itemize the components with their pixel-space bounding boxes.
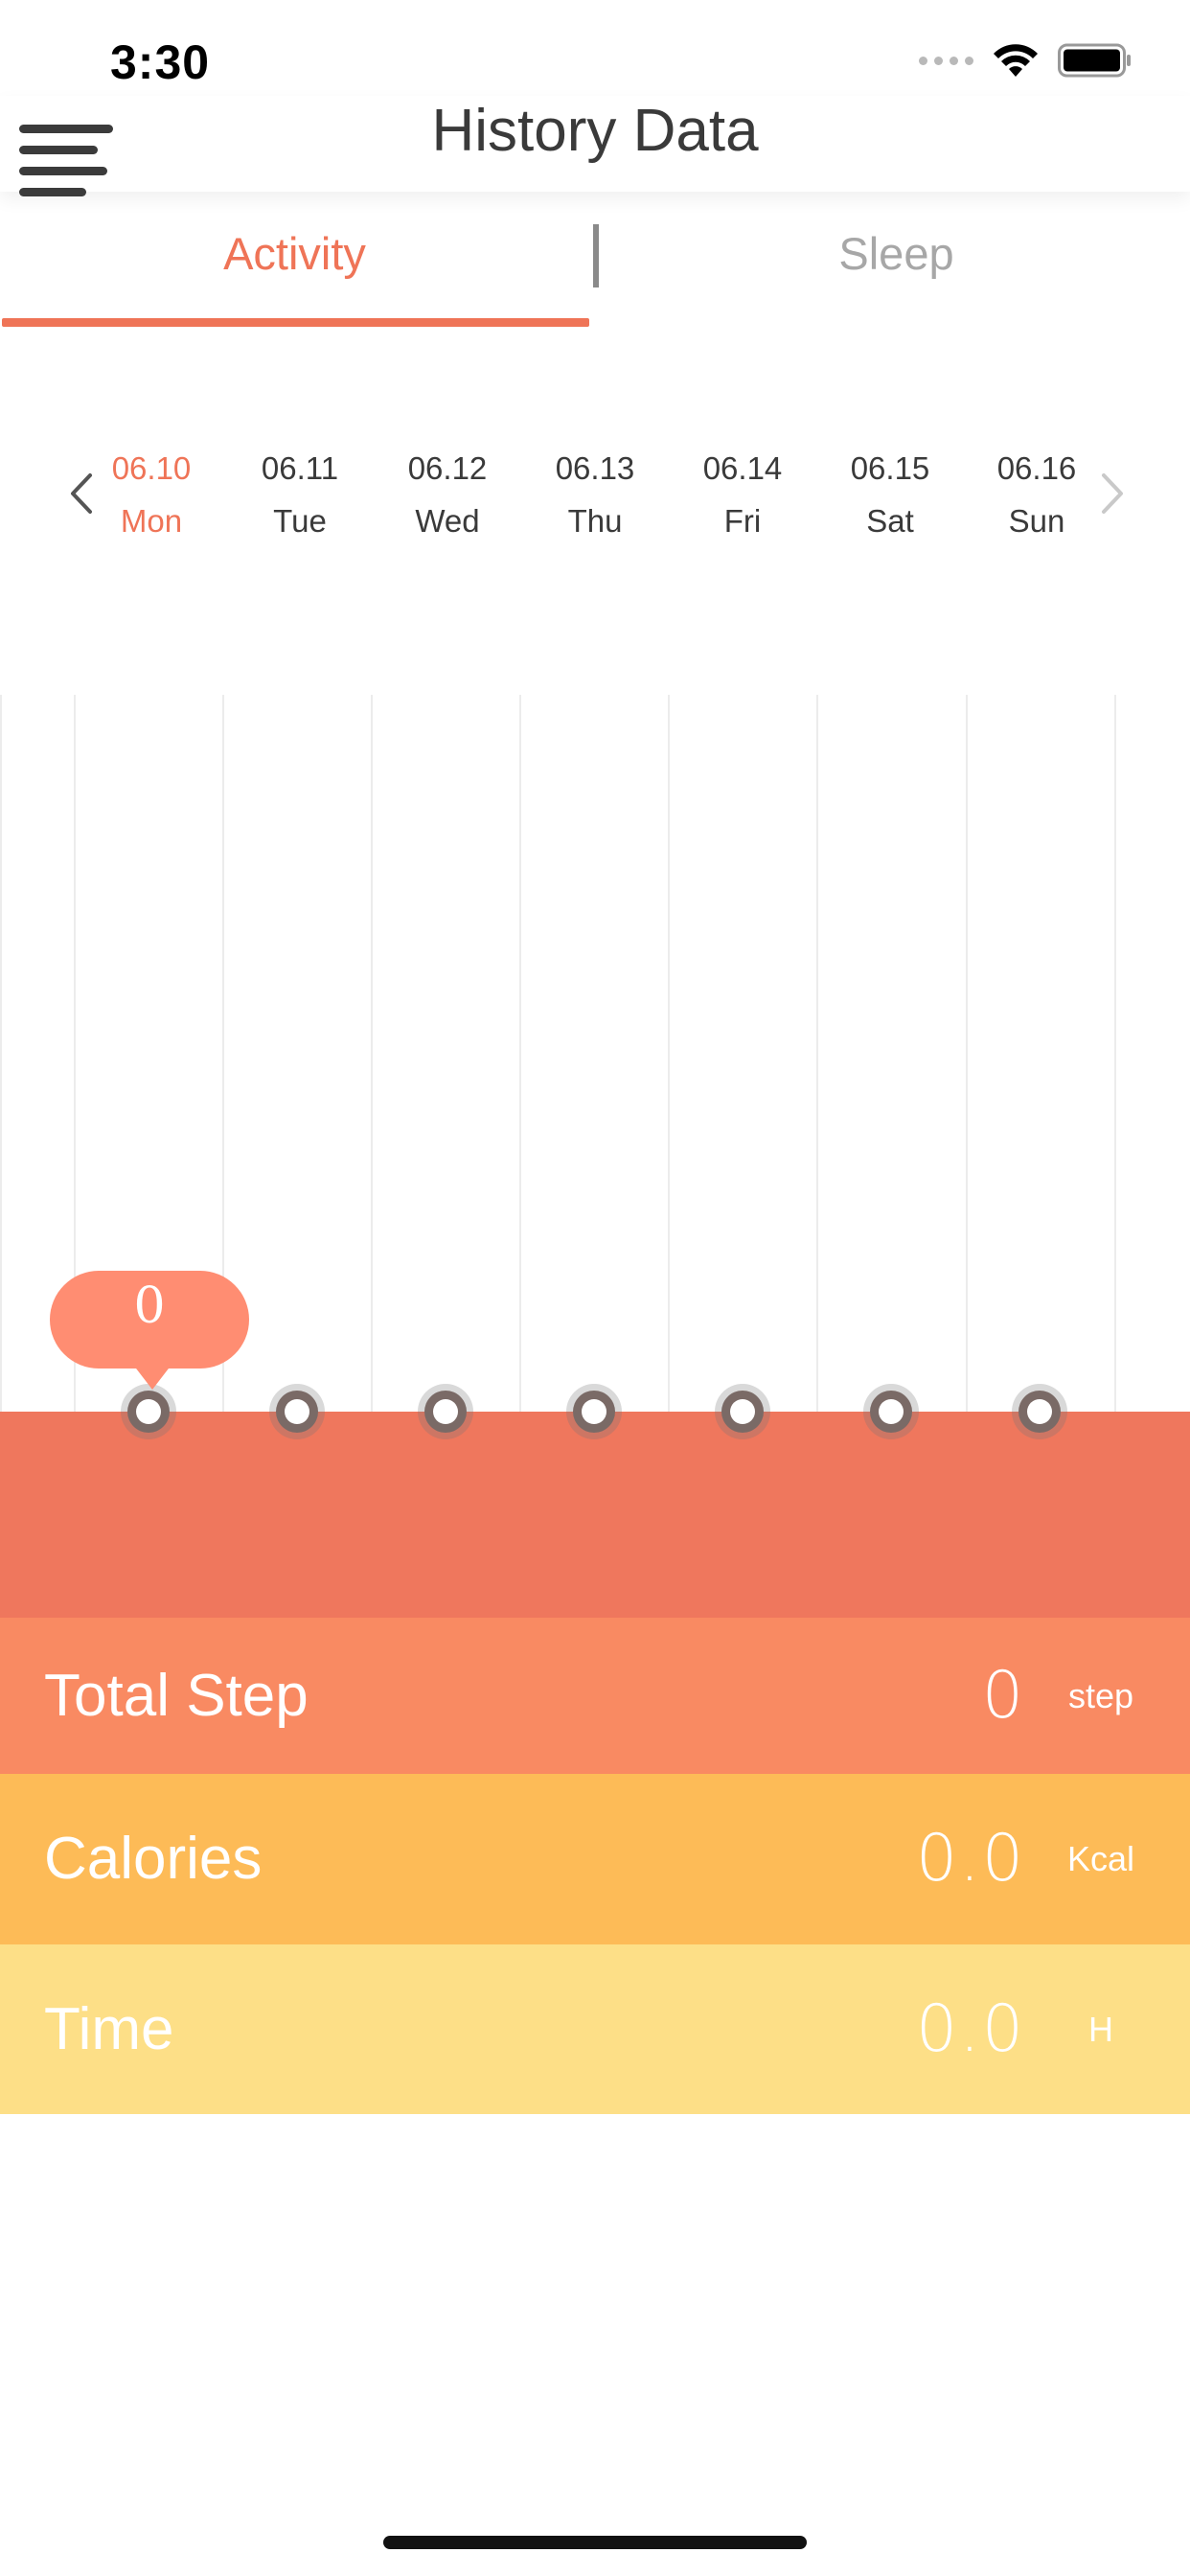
day-item-sun[interactable]: 06.16 Sun	[974, 441, 1099, 546]
wifi-icon	[991, 42, 1041, 79]
day-weekday: Mon	[120, 503, 183, 539]
calories-label: Calories	[44, 1826, 263, 1892]
chart-grid-line	[371, 695, 373, 1414]
time-unit: H	[1088, 2010, 1113, 2049]
home-indicator	[383, 2536, 807, 2549]
day-date: 06.14	[702, 450, 783, 486]
battery-icon	[1058, 42, 1133, 79]
chart-point-06.13[interactable]	[566, 1384, 622, 1439]
bubble-tail	[133, 1365, 172, 1390]
active-tab-indicator	[2, 318, 589, 327]
tab-activity[interactable]: Activity	[0, 203, 589, 326]
calories-unit: Kcal	[1066, 1839, 1135, 1878]
day-date: 06.15	[850, 450, 930, 486]
tab-bar: Activity Sleep	[0, 203, 1190, 330]
day-item-sat[interactable]: 06.15 Sat	[828, 441, 952, 546]
chart-point-06.16[interactable]	[1012, 1384, 1067, 1439]
tab-divider	[593, 224, 599, 288]
chart-grid-line	[816, 695, 818, 1414]
total-step-value: 0	[981, 1658, 1025, 1734]
day-item-tue[interactable]: 06.11 Tue	[238, 441, 362, 546]
chart-grid-line	[519, 695, 521, 1414]
time-row: Time 0.0 H	[0, 1944, 1190, 2114]
chart-area-fill	[0, 1412, 1190, 1619]
date-selector: 06.10 Mon 06.11 Tue 06.12 Wed 06.13 Thu …	[0, 441, 1190, 556]
app-header: History Data	[0, 96, 1190, 196]
day-date: 06.13	[555, 450, 635, 486]
day-date: 06.10	[111, 450, 192, 486]
day-weekday: Wed	[415, 503, 480, 539]
chart-grid-line	[1114, 695, 1116, 1414]
day-date: 06.11	[261, 450, 339, 486]
chart-point-06.14[interactable]	[715, 1384, 770, 1439]
day-date: 06.12	[407, 450, 488, 486]
chart-point-06.12[interactable]	[418, 1384, 473, 1439]
chart-point-06.11[interactable]	[269, 1384, 325, 1439]
day-weekday: Sat	[866, 503, 914, 539]
day-item-fri[interactable]: 06.14 Fri	[680, 441, 805, 546]
day-weekday: Fri	[723, 503, 762, 539]
time-label: Time	[44, 1996, 174, 2062]
status-icons	[919, 42, 1133, 79]
day-item-mon[interactable]: 06.10 Mon	[89, 441, 214, 546]
total-step-row: Total Step 0 step	[0, 1618, 1190, 1774]
time-value: 0.0	[915, 1991, 1025, 2067]
next-week-arrow-icon[interactable]	[1083, 460, 1140, 527]
chart-grid-line	[668, 695, 670, 1414]
chart-point-06.15[interactable]	[863, 1384, 919, 1439]
day-item-thu[interactable]: 06.13 Thu	[533, 441, 657, 546]
chart-grid-line	[0, 695, 2, 1414]
selected-value-bubble: 0	[50, 1271, 249, 1368]
total-step-unit: step	[1067, 1676, 1134, 1715]
day-weekday: Tue	[273, 503, 327, 539]
calories-value: 0.0	[915, 1821, 1025, 1897]
cellular-signal-icon	[919, 56, 973, 65]
total-step-label: Total Step	[44, 1663, 309, 1729]
status-time: 3:30	[110, 35, 211, 89]
chart-grid-line	[966, 695, 968, 1414]
page-title: History Data	[431, 98, 759, 164]
calories-row: Calories 0.0 Kcal	[0, 1774, 1190, 1944]
day-weekday: Thu	[567, 503, 623, 539]
day-weekday: Sun	[1008, 503, 1065, 539]
chart-point-06.10[interactable]	[121, 1384, 176, 1439]
day-item-wed[interactable]: 06.12 Wed	[385, 441, 510, 546]
day-date: 06.16	[996, 450, 1077, 486]
tab-sleep[interactable]: Sleep	[602, 203, 1190, 326]
